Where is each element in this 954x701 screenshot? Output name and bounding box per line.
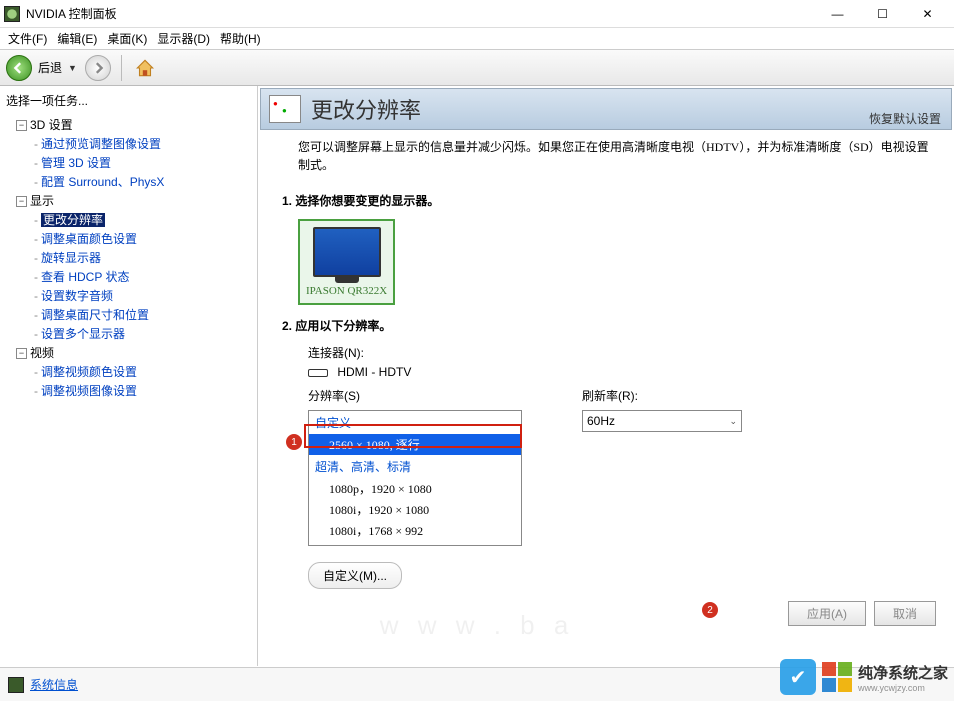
sidebar-header: 选择一项任务... [2,90,255,115]
back-dropdown-icon[interactable]: ▼ [68,63,77,73]
res-option[interactable]: 720p，1280 × 720 [309,541,521,546]
home-button[interactable] [132,55,158,81]
menu-edit[interactable]: 编辑(E) [53,28,101,49]
tree-item-3d-2[interactable]: -配置 Surround、PhysX [2,172,255,191]
resolution-label: 分辨率(S) [308,389,360,403]
tree-item-display-5[interactable]: -调整桌面尺寸和位置 [2,305,255,324]
annotation-badge-2: 2 [702,602,718,618]
monitor-icon [313,227,381,277]
monitor-selector[interactable]: IPASON QR322X [298,219,395,305]
collapse-icon[interactable]: − [16,120,27,131]
refresh-rate-value: 60Hz [587,414,615,428]
content-body: 您可以调整屏幕上显示的信息量并减少闪烁。如果您正在使用高清晰度电视（HDTV），… [258,130,954,666]
connector-value: HDMI - HDTV [337,365,411,379]
collapse-icon[interactable]: − [16,196,27,207]
tree-cat-display[interactable]: −显示 [2,191,255,210]
minimize-button[interactable]: — [815,0,860,28]
content-panel: 更改分辨率 恢复默认设置 您可以调整屏幕上显示的信息量并减少闪烁。如果您正在使用… [258,86,954,666]
system-info-icon [8,677,24,693]
window-title: NVIDIA 控制面板 [26,5,815,22]
task-tree: −3D 设置 -通过预览调整图像设置 -管理 3D 设置 -配置 Surroun… [2,115,255,400]
menu-display[interactable]: 显示器(D) [153,28,214,49]
statusbar: 系统信息 [0,667,954,701]
toolbar: 后退 ▼ [0,50,954,86]
restore-defaults-link[interactable]: 恢复默认设置 [869,110,941,127]
tree-item-display-6[interactable]: -设置多个显示器 [2,324,255,343]
tree-cat-video[interactable]: −视频 [2,343,255,362]
section-2-title: 2. 应用以下分辨率。 [282,317,934,334]
page-header-icon [269,95,301,123]
tree-item-video-0[interactable]: -调整视频颜色设置 [2,362,255,381]
dialog-buttons: 应用(A) 取消 [788,601,936,626]
custom-resolution-button[interactable]: 自定义(M)... [308,562,402,589]
page-header: 更改分辨率 恢复默认设置 [260,88,952,130]
menu-desktop[interactable]: 桌面(K) [103,28,151,49]
monitor-label: IPASON QR322X [306,285,387,297]
refresh-rate-label: 刷新率(R): [582,389,638,403]
maximize-button[interactable]: ☐ [860,0,905,28]
tree-item-display-2[interactable]: -旋转显示器 [2,248,255,267]
tree-item-display-1[interactable]: -调整桌面颜色设置 [2,229,255,248]
page-title: 更改分辨率 [311,93,421,125]
tree-item-3d-0[interactable]: -通过预览调整图像设置 [2,134,255,153]
section-1-title: 1. 选择你想要变更的显示器。 [282,192,934,209]
titlebar: NVIDIA 控制面板 — ☐ ✕ [0,0,954,28]
back-label: 后退 [38,59,62,76]
res-group-hd: 超清、高清、标清 [309,455,521,478]
collapse-icon[interactable]: − [16,348,27,359]
annotation-badge-1: 1 [286,434,302,450]
close-button[interactable]: ✕ [905,0,950,28]
resolution-listbox[interactable]: 自定义 2560 × 1080, 逐行 超清、高清、标清 1080p，1920 … [308,410,522,546]
tree-item-video-1[interactable]: -调整视频图像设置 [2,381,255,400]
tree-cat-3d[interactable]: −3D 设置 [2,115,255,134]
tree-item-display-3[interactable]: -查看 HDCP 状态 [2,267,255,286]
res-option[interactable]: 1080p，1920 × 1080 [309,478,521,499]
refresh-rate-select[interactable]: 60Hz ⌄ [582,410,742,432]
toolbar-separator [121,55,122,81]
tree-item-display-4[interactable]: -设置数字音频 [2,286,255,305]
res-option[interactable]: 1080i，1920 × 1080 [309,499,521,520]
app-icon [4,6,20,22]
tree-item-change-resolution[interactable]: -更改分辨率 [2,210,255,229]
main-area: 选择一项任务... −3D 设置 -通过预览调整图像设置 -管理 3D 设置 -… [0,86,954,666]
forward-button[interactable] [85,55,111,81]
back-button[interactable] [6,55,32,81]
tree-item-3d-1[interactable]: -管理 3D 设置 [2,153,255,172]
page-description: 您可以调整屏幕上显示的信息量并减少闪烁。如果您正在使用高清晰度电视（HDTV），… [298,138,934,174]
sidebar: 选择一项任务... −3D 设置 -通过预览调整图像设置 -管理 3D 设置 -… [0,86,258,666]
menu-file[interactable]: 文件(F) [4,28,51,49]
connector-label: 连接器(N): [308,344,364,361]
system-info-link[interactable]: 系统信息 [30,676,78,693]
menubar: 文件(F) 编辑(E) 桌面(K) 显示器(D) 帮助(H) [0,28,954,50]
res-option[interactable]: 1080i，1768 × 992 [309,520,521,541]
chevron-down-icon: ⌄ [729,416,737,427]
res-option-selected[interactable]: 2560 × 1080, 逐行 [309,434,521,455]
apply-button[interactable]: 应用(A) [788,601,866,626]
cancel-button[interactable]: 取消 [874,601,936,626]
menu-help[interactable]: 帮助(H) [216,28,265,49]
hdmi-icon [308,369,328,377]
res-group-custom: 自定义 [309,411,521,434]
